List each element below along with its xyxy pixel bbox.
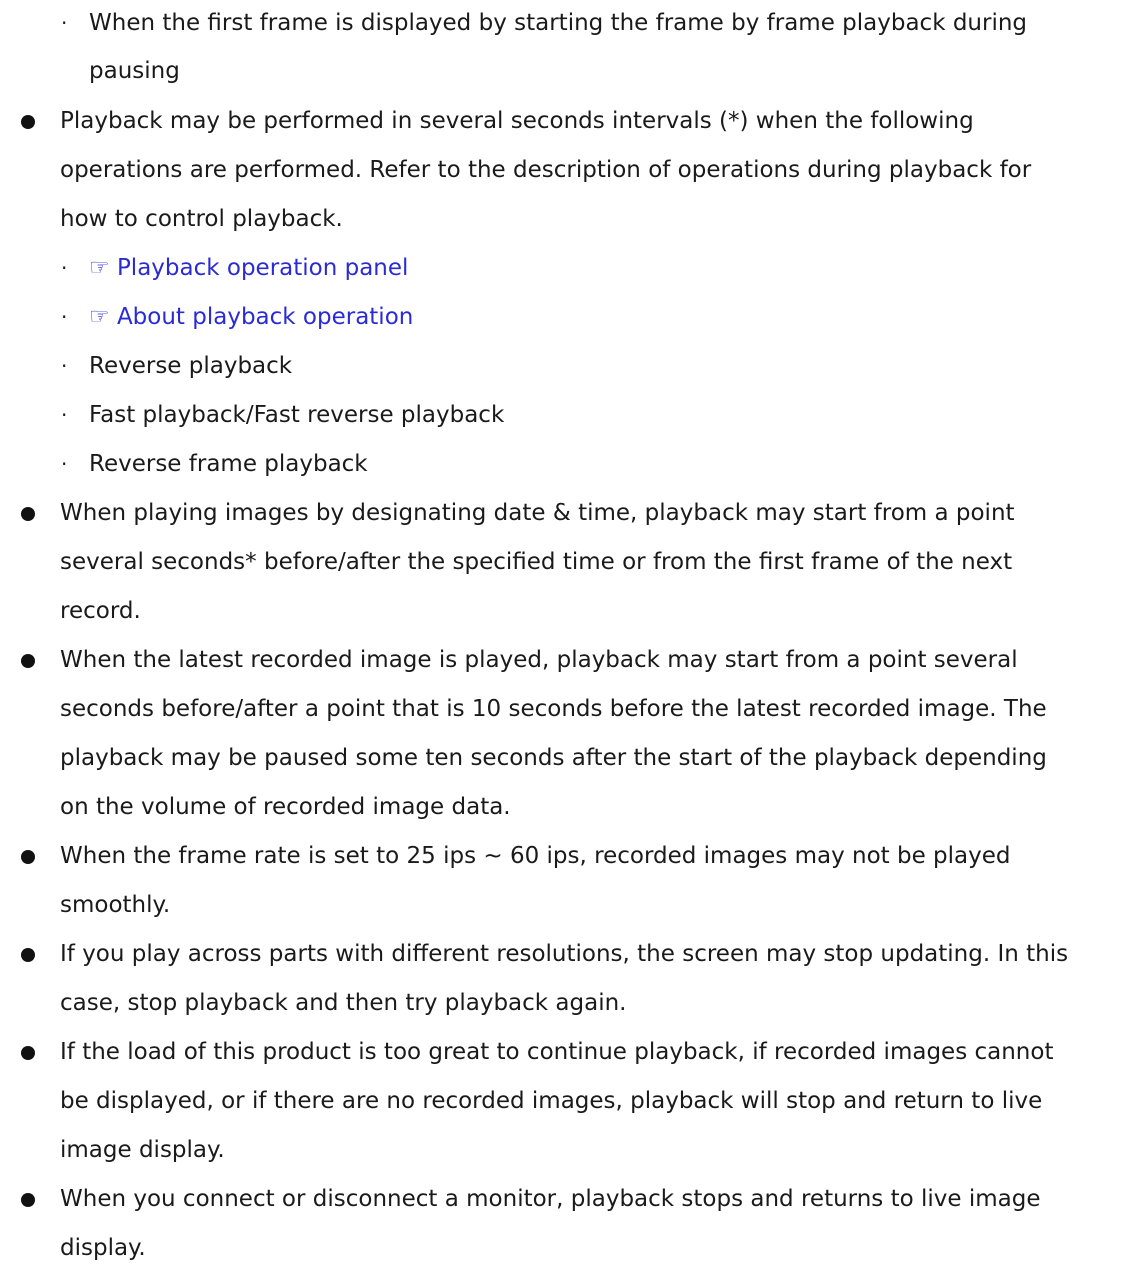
text-line: Reverse frame playback (89, 451, 368, 477)
sub-bullet-dot: · (61, 452, 68, 476)
text-line: When playing images by designating date … (60, 500, 1015, 526)
text-line: Reverse playback (89, 353, 293, 379)
text-line: If you play across parts with different … (60, 941, 1069, 967)
text-line: be displayed, or if there are no recorde… (60, 1088, 1043, 1114)
playback-operation-panel-link[interactable]: ☞ Playback operation panel (89, 253, 408, 283)
text-line: When you connect or disconnect a monitor… (60, 1186, 1041, 1212)
bullet-dot (21, 948, 35, 962)
text-line: several seconds* before/after the specif… (60, 549, 1013, 575)
sub-bullet-dot: · (61, 305, 68, 329)
text-line: case, stop playback and then try playbac… (60, 990, 627, 1016)
bullet-dot (21, 1046, 35, 1060)
sub-bullet-dot: · (61, 354, 68, 378)
text-line: Fast playback/Fast reverse playback (89, 402, 505, 428)
link-label[interactable]: Playback operation panel (117, 255, 409, 281)
text-line: pausing (89, 58, 180, 84)
text-line: seconds before/after a point that is 10 … (60, 696, 1047, 722)
pointing-hand-icon: ☞ (89, 304, 110, 330)
pointing-hand-icon: ☞ (89, 255, 110, 281)
text-line: smoothly. (60, 892, 171, 918)
sub-bullet-dot: · (61, 11, 68, 35)
text-line: how to control playback. (60, 206, 343, 232)
link-label[interactable]: About playback operation (117, 304, 413, 330)
text-line: record. (60, 598, 141, 624)
bullet-dot (21, 850, 35, 864)
text-line: on the volume of recorded image data. (60, 794, 511, 820)
text-line: operations are performed. Refer to the d… (60, 157, 1032, 183)
bullet-dot (21, 1193, 35, 1207)
text-line: When the first frame is displayed by sta… (89, 10, 1028, 36)
sub-bullet-dot: · (61, 403, 68, 427)
text-line: When the latest recorded image is played… (60, 647, 1018, 673)
bullet-dot (21, 654, 35, 668)
text-line: If the load of this product is too great… (60, 1039, 1054, 1065)
text-line: display. (60, 1235, 146, 1261)
about-playback-operation-link[interactable]: ☞ About playback operation (89, 302, 413, 332)
text-line: Playback may be performed in several sec… (60, 108, 974, 134)
bullet-dot (21, 115, 35, 129)
bullet-dot (21, 507, 35, 521)
text-line: playback may be paused some ten seconds … (60, 745, 1047, 771)
text-line: image display. (60, 1137, 225, 1163)
text-line: When the frame rate is set to 25 ips ~ 6… (60, 843, 1011, 869)
sub-bullet-dot: · (61, 256, 68, 280)
